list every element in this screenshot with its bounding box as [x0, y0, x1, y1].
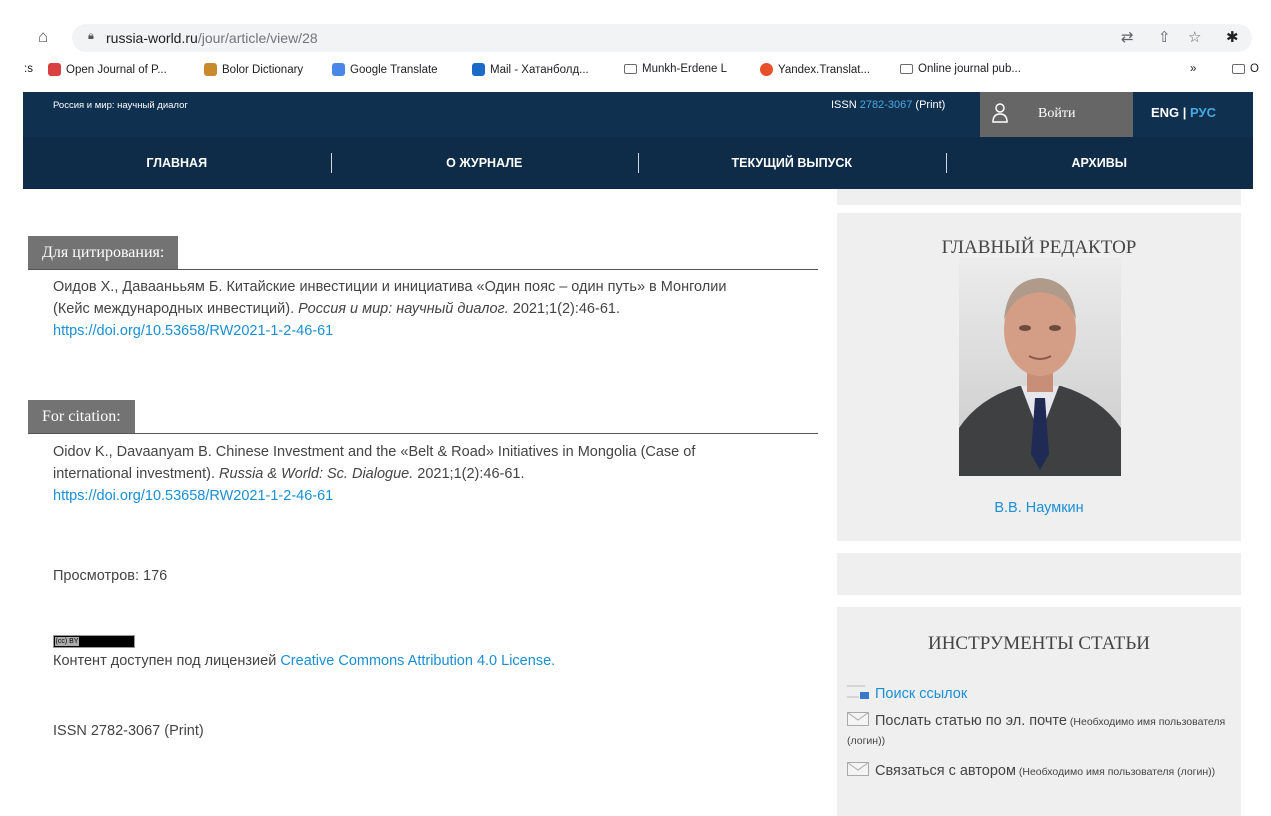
user-icon — [992, 103, 1008, 123]
folder-icon — [900, 64, 913, 74]
citation-en-line2a: international investment). — [53, 466, 220, 482]
bookmark-bolor-dictionary[interactable]: Bolor Dictionary — [204, 63, 303, 76]
doi-link-en[interactable]: https://doi.org/10.53658/RW2021-1-2-46-6… — [53, 488, 333, 504]
home-icon[interactable]: ⌂ — [38, 27, 48, 47]
tool-search-references[interactable]: Поиск ссылок — [847, 684, 967, 703]
browser-chrome: ⌂ 🔒︎ russia-world.ru/jour/article/view/2… — [0, 0, 1271, 92]
nav-current-issue[interactable]: ТЕКУЩИЙ ВЫПУСК — [638, 137, 946, 189]
address-row: ⌂ 🔒︎ russia-world.ru/jour/article/view/2… — [0, 22, 1271, 56]
cc-license-badge[interactable]: (cc) BY — [53, 635, 135, 648]
views-count: Просмотров: 176 — [53, 568, 168, 584]
lang-rus[interactable]: РУС — [1190, 105, 1216, 120]
folder-icon — [1232, 64, 1245, 74]
extensions-icon[interactable]: ✱ — [1226, 28, 1239, 46]
nav-about[interactable]: О ЖУРНАЛЕ — [330, 137, 639, 189]
search-references-icon — [847, 684, 871, 700]
site-header: Россия и мир: научный диалог ISSN 2782-3… — [23, 92, 1253, 137]
nav-archives[interactable]: АРХИВЫ — [945, 137, 1254, 189]
citation-en: Oidov K., Davaanyam B. Chinese Investmen… — [53, 441, 695, 507]
url-host: russia-world.ru — [106, 30, 198, 46]
issn-number[interactable]: 2782-3067 — [860, 99, 913, 111]
tool-contact-label: Связаться с автором — [875, 763, 1016, 779]
bolor-icon — [204, 63, 217, 76]
translate-page-icon[interactable]: ⇄ — [1121, 28, 1134, 46]
lang-eng[interactable]: ENG — [1151, 105, 1179, 120]
footer-issn: ISSN 2782-3067 (Print) — [53, 723, 204, 739]
citation-ru-journal: Россия и мир: научный диалог. — [298, 301, 509, 317]
license-link[interactable]: Creative Commons Attribution 4.0 License… — [280, 653, 555, 669]
bookmark-online-journal[interactable]: Online journal pub... — [900, 63, 1021, 75]
bookmark-label: Munkh-Erdene L — [642, 63, 728, 75]
bookmark-open-journal[interactable]: Open Journal of P... — [48, 63, 167, 76]
bookmark-munkh-erdene[interactable]: Munkh-Erdene L — [624, 63, 727, 75]
tool-contact-note: (Необходимо имя пользователя (логин)) — [1015, 766, 1216, 778]
tool-email-label: Послать статью по эл. почте — [875, 713, 1067, 729]
other-bookmarks[interactable]: O — [1232, 63, 1259, 75]
cite-en-label: For citation: — [28, 400, 135, 434]
tool-search-label[interactable]: Поиск ссылок — [875, 686, 967, 702]
bookmark-yandex-translate[interactable]: Yandex.Translat... — [760, 63, 870, 76]
citation-en-line2b: 2021;1(2):46-61. — [413, 466, 525, 482]
bookmarks-more-button[interactable]: » — [1190, 63, 1196, 75]
license-text: Контент доступен под лицензией Creative … — [53, 650, 555, 672]
envelope-icon — [847, 762, 869, 776]
google-translate-icon — [332, 63, 345, 76]
login-label: Войти — [1038, 106, 1076, 121]
header-issn: ISSN 2782-3067 (Print) — [831, 99, 945, 111]
bookmark-label: Open Journal of P... — [66, 63, 167, 76]
bookmarks-bar: :s Open Journal of P... Bolor Dictionary… — [0, 58, 1271, 84]
outlook-icon — [472, 63, 485, 76]
editor-heading: ГЛАВНЫЙ РЕДАКТОР — [941, 237, 1137, 258]
divider — [28, 269, 818, 270]
bookmark-mail[interactable]: Mail - Хатанболд... — [472, 63, 589, 76]
tools-heading: ИНСТРУМЕНТЫ СТАТЬИ — [927, 633, 1151, 654]
folder-icon — [624, 64, 637, 74]
envelope-icon — [847, 712, 869, 726]
bookmark-label: Bolor Dictionary — [222, 63, 304, 76]
citation-ru-line2a: (Кейс международных инвестиций). — [53, 301, 299, 317]
citation-ru-line2b: 2021;1(2):46-61. — [508, 301, 620, 317]
bookmark-label: Yandex.Translat... — [778, 63, 871, 76]
url-path: /jour/article/view/28 — [197, 30, 318, 46]
lock-icon[interactable]: 🔒︎ — [88, 30, 94, 43]
sidebar-block-empty — [837, 553, 1241, 595]
editor-name-link[interactable]: В.В. Наумкин — [837, 500, 1241, 516]
bookmark-label: O — [1250, 63, 1259, 75]
issn-suffix: (Print) — [912, 99, 946, 111]
cite-ru-label: Для цитирования: — [28, 236, 179, 270]
share-icon[interactable]: ⇧ — [1158, 28, 1171, 46]
login-button[interactable]: Войти — [980, 92, 1133, 137]
editor-photo — [959, 258, 1121, 476]
more-chevron-icon: » — [1190, 63, 1197, 75]
issn-prefix: ISSN — [831, 99, 860, 111]
bookmarks-left-edge: :s — [24, 63, 33, 75]
citation-ru-line1: Оидов Х., Даваанььям Б. Китайские инвест… — [53, 279, 727, 295]
bookmark-label: Online journal pub... — [918, 63, 1021, 75]
tool-contact-author[interactable]: Связаться с автором (Необходимо имя поль… — [847, 762, 1237, 781]
citation-en-line1: Oidov K., Davaanyam B. Chinese Investmen… — [53, 444, 696, 460]
url-text[interactable]: russia-world.ru/jour/article/view/28 — [106, 30, 318, 46]
ojp-icon — [48, 63, 61, 76]
doi-link-ru[interactable]: https://doi.org/10.53658/RW2021-1-2-46-6… — [53, 323, 333, 339]
main-nav: ГЛАВНАЯ О ЖУРНАЛЕ ТЕКУЩИЙ ВЫПУСК АРХИВЫ — [23, 137, 1253, 189]
language-switcher: ENG | РУС — [1151, 105, 1216, 120]
bookmark-star-icon[interactable]: ☆ — [1188, 28, 1201, 46]
citation-ru: Оидов Х., Даваанььям Б. Китайские инвест… — [53, 276, 726, 342]
bookmark-google-translate[interactable]: Google Translate — [332, 63, 438, 76]
divider — [28, 433, 818, 434]
yandex-icon — [760, 63, 773, 76]
tool-email-article[interactable]: Послать статью по эл. почте (Необходимо … — [847, 712, 1227, 750]
site-title[interactable]: Россия и мир: научный диалог — [53, 100, 188, 111]
sidebar-block-top — [837, 189, 1241, 205]
bookmark-label: Mail - Хатанболд... — [490, 63, 589, 76]
citation-en-journal: Russia & World: Sc. Dialogue. — [219, 466, 414, 482]
lang-separator: | — [1179, 105, 1191, 120]
nav-home[interactable]: ГЛАВНАЯ — [23, 137, 331, 189]
bookmark-label: Google Translate — [350, 63, 438, 76]
cc-badge-text: (cc) BY — [55, 637, 79, 646]
license-prefix: Контент доступен под лицензией — [53, 653, 281, 669]
